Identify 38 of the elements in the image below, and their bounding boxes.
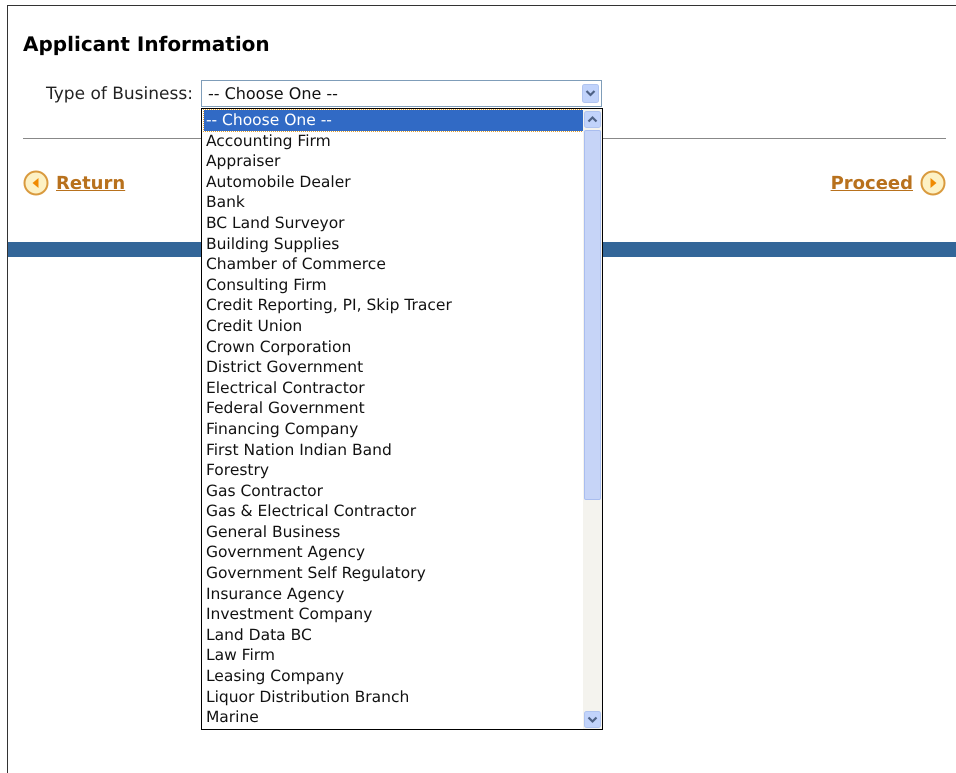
option-item[interactable]: Financing Company (204, 418, 583, 440)
option-item[interactable]: Marine (204, 707, 583, 728)
option-item[interactable]: District Government (204, 357, 583, 378)
option-item[interactable]: Liquor Distribution Branch (204, 686, 583, 708)
proceed-link[interactable]: Proceed (830, 170, 946, 196)
scrollbar-thumb[interactable] (584, 130, 601, 500)
option-item[interactable]: Government Agency (204, 542, 583, 564)
option-item[interactable]: Credit Union (204, 316, 583, 337)
business-type-select[interactable]: -- Choose One -- (200, 80, 602, 107)
scroll-down-icon[interactable] (584, 711, 601, 728)
option-item[interactable]: Leasing Company (204, 666, 583, 687)
option-item[interactable]: BC Land Surveyor (204, 212, 583, 234)
option-item[interactable]: Crown Corporation (204, 336, 583, 358)
option-item[interactable]: Law Firm (204, 645, 583, 666)
option-item[interactable]: Chamber of Commerce (204, 254, 583, 275)
return-link[interactable]: Return (23, 170, 126, 196)
option-item[interactable]: Consulting Firm (204, 274, 583, 296)
option-item[interactable]: Land Data BC (204, 624, 583, 646)
option-item[interactable]: Bank (204, 192, 583, 213)
option-item[interactable]: Government Self Regulatory (204, 563, 583, 584)
option-item[interactable]: Gas Contractor (204, 480, 583, 502)
option-item[interactable]: Accounting Firm (204, 130, 583, 152)
option-item[interactable]: First Nation Indian Band (204, 440, 583, 460)
option-item[interactable]: Investment Company (204, 604, 583, 625)
scroll-up-icon[interactable] (584, 111, 601, 128)
option-item[interactable]: Electrical Contractor (204, 378, 583, 398)
option-item[interactable]: Automobile Dealer (204, 172, 583, 192)
option-item[interactable]: Appraiser (204, 151, 583, 172)
section-heading: Applicant Information (23, 32, 271, 58)
option-item[interactable]: Federal Government (204, 398, 583, 419)
option-item[interactable]: Gas & Electrical Contractor (204, 501, 583, 522)
option-item[interactable]: Building Supplies (204, 234, 583, 254)
field-label: Type of Business: (46, 84, 193, 104)
option-item[interactable]: Forestry (204, 460, 583, 481)
option-item[interactable]: General Business (204, 522, 583, 542)
option-item[interactable]: Insurance Agency (204, 584, 583, 604)
option-item[interactable]: Credit Reporting, PI, Skip Tracer (204, 295, 583, 316)
option-item[interactable]: -- Choose One -- (204, 110, 583, 131)
